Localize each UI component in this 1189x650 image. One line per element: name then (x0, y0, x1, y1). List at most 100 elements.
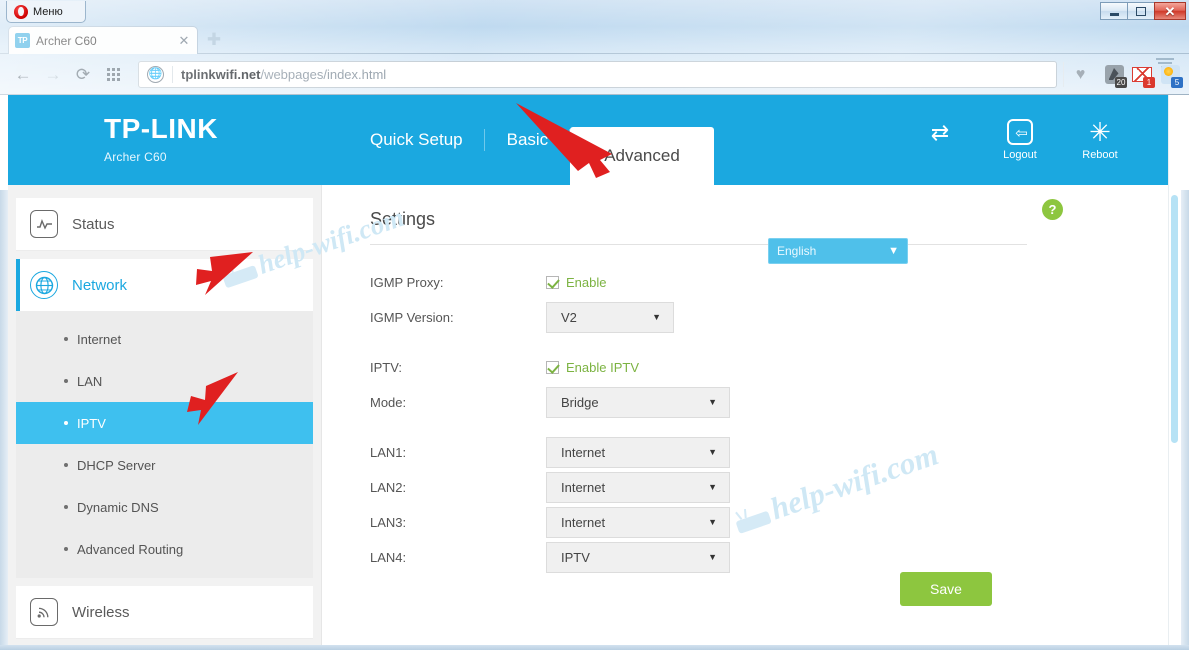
brand-block: TP-LINK Archer C60 (104, 115, 218, 164)
sidebar-item-wireless[interactable]: Wireless (16, 586, 313, 639)
help-icon[interactable]: ? (1042, 199, 1063, 220)
window-maximize-button[interactable] (1127, 2, 1155, 20)
download-badge: 20 (1115, 77, 1127, 88)
speed-dial-button[interactable] (98, 61, 128, 89)
sidebar-subitem-iptv-label: IPTV (77, 416, 106, 431)
brand-logo-text: TP-LINK (104, 115, 218, 143)
chevron-down-icon: ▼ (708, 518, 717, 527)
select-lan4[interactable]: IPTV ▼ (546, 542, 730, 573)
label-lan2: LAN2: (370, 480, 546, 495)
bullet-icon (64, 421, 68, 425)
window-controls: ✕ (1100, 2, 1186, 20)
bullet-icon (64, 505, 68, 509)
opera-menu-button[interactable]: Меню (6, 1, 86, 23)
select-lan1[interactable]: Internet ▼ (546, 437, 730, 468)
form-row-lan2: LAN2: Internet ▼ (370, 470, 1168, 505)
gmail-extension-icon[interactable]: 1 (1131, 64, 1153, 86)
forward-button[interactable]: → (38, 61, 68, 89)
grid-icon (107, 68, 120, 81)
save-button[interactable]: Save (900, 572, 992, 606)
screen: Меню ✕ TP Archer C60 ✕ ✚ (0, 0, 1189, 650)
select-lan1-value: Internet (561, 445, 605, 460)
logout-button[interactable]: ⇦ Logout (992, 119, 1048, 161)
download-manager-extension-icon[interactable]: 20 (1103, 64, 1125, 86)
browser-tab-archer-c60[interactable]: TP Archer C60 ✕ (8, 26, 198, 54)
tab-advanced[interactable]: Advanced (570, 127, 714, 185)
new-tab-button[interactable]: ✚ (205, 31, 223, 49)
sidebar-item-network-label: Network (72, 277, 127, 294)
sidebar-subitem-iptv[interactable]: IPTV (16, 402, 313, 444)
sidebar-item-status[interactable]: Status (16, 198, 313, 251)
checkbox-icon (546, 361, 559, 374)
sidebar-subitem-advanced-routing-label: Advanced Routing (77, 542, 183, 557)
address-bar[interactable]: 🌐 tplinkwifi.net/webpages/index.html (138, 61, 1057, 88)
select-igmp-version[interactable]: V2 ▼ (546, 302, 674, 333)
checkbox-igmp-proxy[interactable]: Enable (546, 275, 606, 290)
sidebar: Status (8, 185, 321, 650)
forward-arrow-icon: → (45, 66, 62, 83)
url-text: tplinkwifi.net/webpages/index.html (181, 67, 386, 82)
sidebar-item-network[interactable]: Network (16, 259, 313, 312)
logout-icon: ⇦ (1007, 119, 1033, 145)
bullet-icon (64, 463, 68, 467)
chevron-down-icon: ▼ (652, 313, 661, 322)
maximize-icon (1136, 7, 1146, 16)
browser-tab-title: Archer C60 (36, 34, 177, 48)
sidebar-spacer-2 (16, 578, 313, 586)
reboot-button[interactable]: ✳ Reboot (1072, 119, 1128, 161)
sidebar-group-status: Status (16, 198, 313, 251)
sidebar-subitem-lan[interactable]: LAN (16, 360, 313, 402)
checkbox-icon (546, 276, 559, 289)
minimize-icon (1110, 13, 1119, 16)
page-body: Status (8, 185, 1168, 650)
opera-logo-icon (14, 5, 28, 19)
tab-quick-setup[interactable]: Quick Setup (348, 95, 485, 185)
tp-link-favicon-icon: TP (15, 33, 30, 48)
globe-icon (30, 271, 58, 299)
label-mode: Mode: (370, 395, 546, 410)
sidebar-subitem-dhcp-server[interactable]: DHCP Server (16, 444, 313, 486)
chevron-down-icon: ▼ (708, 398, 717, 407)
bookmark-heart-icon[interactable]: ♥ (1063, 62, 1097, 87)
window-close-button[interactable]: ✕ (1154, 2, 1186, 20)
label-igmp-version: IGMP Version: (370, 310, 546, 325)
chevron-down-icon: ▼ (708, 448, 717, 457)
sidebar-subitem-internet-label: Internet (77, 332, 121, 347)
window-bottom-edge (0, 645, 1189, 650)
tab-basic[interactable]: Basic (485, 95, 571, 185)
sidebar-subitem-internet[interactable]: Internet (16, 318, 313, 360)
reload-button[interactable]: ⟳ (68, 61, 98, 89)
page-scrollbar-thumb[interactable] (1171, 195, 1178, 443)
select-lan2-value: Internet (561, 480, 605, 495)
reboot-label: Reboot (1082, 149, 1117, 161)
select-lan2[interactable]: Internet ▼ (546, 472, 730, 503)
site-info-icon[interactable]: 🌐 (147, 66, 164, 83)
brand-model-text: Archer C60 (104, 150, 218, 164)
select-lan3[interactable]: Internet ▼ (546, 507, 730, 538)
reboot-icon: ✳ (1087, 119, 1113, 145)
router-admin-page: TP-LINK Archer C60 Quick Setup Basic Adv… (8, 95, 1168, 650)
weather-extension-icon[interactable]: 5 (1159, 64, 1181, 86)
sidebar-subitem-advanced-routing[interactable]: Advanced Routing (16, 528, 313, 570)
sidebar-group-network: Network Internet LAN (16, 259, 313, 578)
form-row-lan1: LAN1: Internet ▼ (370, 435, 1168, 470)
language-selector[interactable]: English ▼ (768, 238, 908, 264)
browser-window-chrome: Меню ✕ TP Archer C60 ✕ ✚ (0, 0, 1189, 95)
back-button[interactable]: ← (8, 61, 38, 89)
window-minimize-button[interactable] (1100, 2, 1128, 20)
header-actions: ⇄ ⇦ Logout ✳ Reboot (912, 119, 1128, 161)
bullet-icon (64, 547, 68, 551)
form-row-lan3: LAN3: Internet ▼ (370, 505, 1168, 540)
sidebar-subitem-dynamic-dns[interactable]: Dynamic DNS (16, 486, 313, 528)
label-lan3: LAN3: (370, 515, 546, 530)
label-iptv: IPTV: (370, 360, 546, 375)
reload-icon: ⟳ (76, 66, 90, 83)
router-nav-tabs: Quick Setup Basic Advanced (348, 95, 714, 185)
opera-menu-label: Меню (33, 6, 63, 18)
main-content: Settings ? IGMP Proxy: Enable IGMP (321, 185, 1168, 650)
tab-close-icon[interactable]: ✕ (177, 33, 191, 49)
browser-toolbar: ← → ⟳ 🌐 tplinkwifi.net/webpages/index.ht… (0, 54, 1189, 95)
select-mode[interactable]: Bridge ▼ (546, 387, 730, 418)
refresh-button[interactable]: ⇄ (912, 119, 968, 147)
checkbox-enable-iptv[interactable]: Enable IPTV (546, 360, 639, 375)
